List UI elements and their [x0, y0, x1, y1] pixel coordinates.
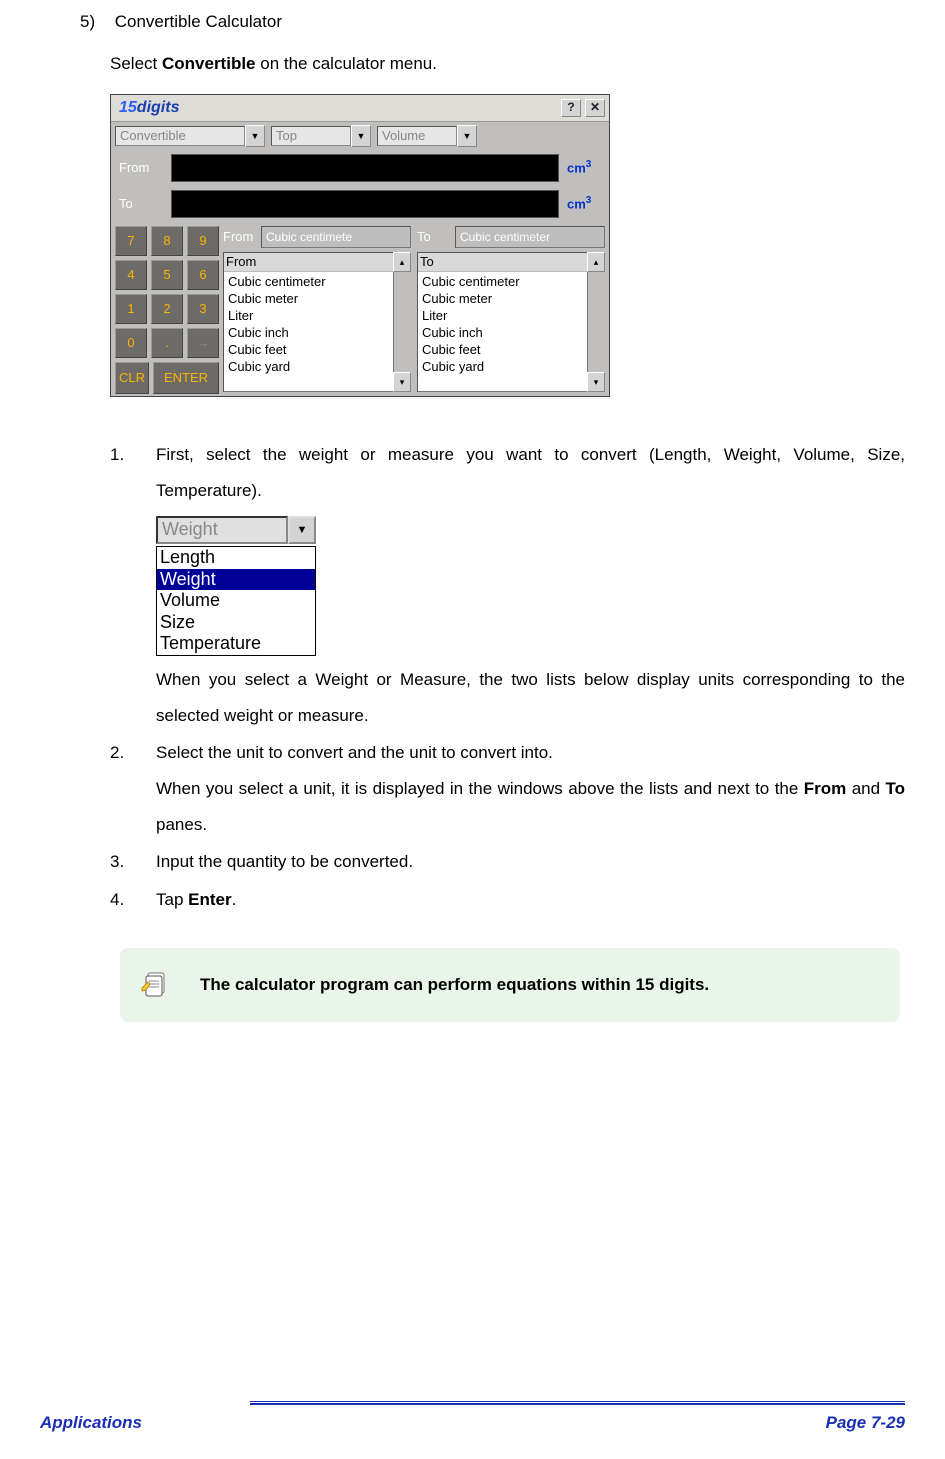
combo-volume[interactable]: Volume ▼	[377, 125, 477, 147]
close-icon[interactable]: ✕	[585, 99, 605, 117]
footer-right: Page 7-29	[826, 1411, 905, 1435]
scroll-down-icon[interactable]: ▾	[587, 372, 605, 392]
key-4[interactable]: 4	[115, 260, 147, 290]
to-list-header: To	[418, 253, 587, 272]
weight-dropdown: Weight ▼ Length Weight Volume Size Tempe…	[156, 516, 316, 656]
chevron-down-icon[interactable]: ▼	[288, 516, 316, 544]
list-item[interactable]: Cubic centimeter	[420, 273, 585, 290]
to-list[interactable]: To Cubic centimeter Cubic meter Liter Cu…	[417, 252, 588, 392]
step-3-num: 3.	[110, 844, 156, 880]
combo-volume-label: Volume	[377, 126, 457, 146]
note-icon	[140, 970, 170, 1000]
to-unit: cm3	[567, 194, 603, 214]
step-3-text: Input the quantity to be converted.	[156, 844, 905, 880]
calc-title: 15digits	[115, 97, 179, 119]
list-item[interactable]: Cubic yard	[420, 358, 585, 375]
footer-left: Applications	[40, 1411, 142, 1435]
chevron-down-icon[interactable]: ▼	[457, 125, 477, 147]
intro-bold: Convertible	[162, 54, 256, 73]
chevron-down-icon[interactable]: ▼	[245, 125, 265, 147]
chevron-down-icon[interactable]: ▼	[351, 125, 371, 147]
calc-titlebar: 15digits ? ✕	[111, 95, 609, 122]
step-1b-text: When you select a Weight or Measure, the…	[156, 662, 905, 733]
combo-convertible-label: Convertible	[115, 126, 245, 146]
step-2a-text: Select the unit to convert and the unit …	[156, 735, 905, 771]
footer: Applications Page 7-29	[40, 1411, 905, 1435]
intro-suffix: on the calculator menu.	[256, 54, 437, 73]
calculator-window: 15digits ? ✕ Convertible ▼ Top ▼ Volume …	[110, 94, 610, 397]
list-item[interactable]: Cubic yard	[226, 358, 391, 375]
list-item[interactable]: Liter	[420, 307, 585, 324]
intro-prefix: Select	[110, 54, 162, 73]
key-8[interactable]: 8	[151, 226, 183, 256]
step-4-text: Tap Enter.	[156, 882, 905, 918]
dd-item-volume[interactable]: Volume	[157, 590, 315, 612]
key-arrow[interactable]: →	[187, 328, 219, 358]
from-list-header: From	[224, 253, 393, 272]
list-item[interactable]: Liter	[226, 307, 391, 324]
step-4-num: 4.	[110, 882, 156, 918]
to-display	[171, 190, 559, 218]
section-header: 5) Convertible Calculator	[80, 10, 905, 34]
key-0[interactable]: 0	[115, 328, 147, 358]
scroll-up-icon[interactable]: ▴	[393, 252, 411, 272]
from-display[interactable]	[171, 154, 559, 182]
intro-line: Select Convertible on the calculator men…	[110, 52, 905, 76]
note-text: The calculator program can perform equat…	[200, 973, 709, 997]
list-item[interactable]: Cubic feet	[420, 341, 585, 358]
from-list[interactable]: From Cubic centimeter Cubic meter Liter …	[223, 252, 394, 392]
key-9[interactable]: 9	[187, 226, 219, 256]
step-2-num: 2.	[110, 735, 156, 842]
key-enter[interactable]: ENTER	[153, 362, 219, 394]
dd-item-weight[interactable]: Weight	[157, 569, 315, 591]
list-item[interactable]: Cubic meter	[226, 290, 391, 307]
scroll-up-icon[interactable]: ▴	[587, 252, 605, 272]
note-box: The calculator program can perform equat…	[120, 948, 900, 1022]
key-7[interactable]: 7	[115, 226, 147, 256]
section-title: Convertible Calculator	[115, 12, 282, 31]
key-6[interactable]: 6	[187, 260, 219, 290]
step-1-text: First, select the weight or measure you …	[156, 437, 905, 508]
list-item[interactable]: Cubic inch	[226, 324, 391, 341]
from-unit: cm3	[567, 158, 603, 178]
key-2[interactable]: 2	[151, 294, 183, 324]
unit-from-field[interactable]: Cubic centimete	[261, 226, 411, 248]
help-icon[interactable]: ?	[561, 99, 581, 117]
list-item[interactable]: Cubic centimeter	[226, 273, 391, 290]
step-2b-text: When you select a unit, it is displayed …	[156, 771, 905, 842]
scroll-down-icon[interactable]: ▾	[393, 372, 411, 392]
key-3[interactable]: 3	[187, 294, 219, 324]
dd-item-length[interactable]: Length	[157, 547, 315, 569]
combo-convertible[interactable]: Convertible ▼	[115, 125, 265, 147]
calc-title-digits: digits	[137, 99, 180, 116]
section-number: 5)	[80, 10, 110, 34]
weight-dd-list[interactable]: Length Weight Volume Size Temperature	[156, 546, 316, 656]
list-item[interactable]: Cubic meter	[420, 290, 585, 307]
key-clr[interactable]: CLR	[115, 362, 149, 394]
combo-top[interactable]: Top ▼	[271, 125, 371, 147]
key-1[interactable]: 1	[115, 294, 147, 324]
footer-rule	[40, 1401, 905, 1405]
unit-from-label: From	[223, 228, 257, 246]
combo-top-label: Top	[271, 126, 351, 146]
dd-item-temperature[interactable]: Temperature	[157, 633, 315, 655]
calc-title-15: 15	[119, 99, 137, 116]
list-item[interactable]: Cubic feet	[226, 341, 391, 358]
to-label: To	[119, 195, 163, 213]
unit-to-label: To	[417, 228, 451, 246]
dd-item-size[interactable]: Size	[157, 612, 315, 634]
key-dot[interactable]: .	[151, 328, 183, 358]
key-5[interactable]: 5	[151, 260, 183, 290]
keypad: 7 8 9 4 5 6 1 2 3 0 . → CLR ENTER	[115, 226, 219, 392]
unit-to-field[interactable]: Cubic centimeter	[455, 226, 605, 248]
weight-dd-field[interactable]: Weight	[156, 516, 288, 544]
list-item[interactable]: Cubic inch	[420, 324, 585, 341]
step-1-num: 1.	[110, 437, 156, 508]
from-label: From	[119, 159, 163, 177]
